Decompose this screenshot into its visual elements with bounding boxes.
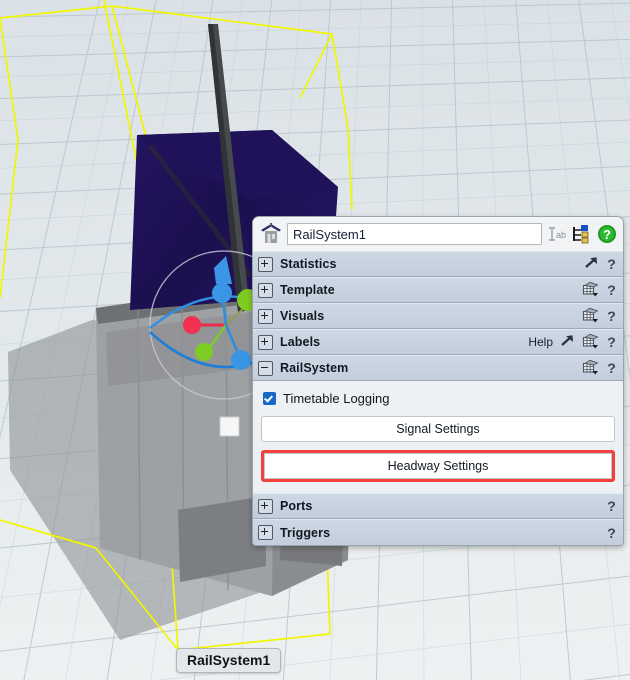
hierarchy-tree-icon[interactable]: [572, 224, 592, 244]
object-name-label: RailSystem1: [176, 648, 281, 673]
expander-triggers[interactable]: [258, 525, 273, 540]
signal-settings-button[interactable]: Signal Settings: [261, 416, 615, 442]
section-row-statistics[interactable]: Statistics ?: [253, 251, 623, 277]
properties-panel[interactable]: ab ?: [252, 216, 624, 546]
panel-header: ab ?: [253, 217, 623, 251]
section-row-visuals[interactable]: Visuals ?: [253, 303, 623, 329]
open-external-arrow-icon[interactable]: [583, 255, 600, 273]
expander-template[interactable]: [258, 283, 273, 298]
object-name-input[interactable]: [287, 223, 542, 245]
green-help-circle-icon[interactable]: ?: [597, 224, 617, 244]
gizmo-handle-z-neg: [231, 350, 251, 370]
railsystem-section-body: Timetable Logging Signal Settings Headwa…: [253, 381, 623, 493]
help-question-template[interactable]: ?: [606, 282, 617, 298]
section-label-labels: Labels: [280, 335, 528, 349]
expander-ports[interactable]: [258, 499, 273, 514]
section-label-statistics: Statistics: [280, 257, 583, 271]
help-question-triggers[interactable]: ?: [606, 525, 617, 541]
timetable-logging-checkbox[interactable]: [263, 392, 276, 405]
section-label-triggers: Triggers: [280, 526, 606, 540]
template-dropdown-icon[interactable]: [582, 281, 600, 300]
gizmo-handle-z: [212, 283, 232, 303]
section-label-ports: Ports: [280, 499, 606, 513]
headway-settings-button[interactable]: Headway Settings: [264, 453, 612, 479]
help-question-ports[interactable]: ?: [606, 498, 617, 514]
expander-railsystem[interactable]: [258, 361, 273, 376]
section-row-triggers[interactable]: Triggers ?: [253, 519, 623, 545]
section-label-template: Template: [280, 283, 582, 297]
template-dropdown-icon[interactable]: [582, 333, 600, 352]
timetable-logging-row[interactable]: Timetable Logging: [263, 391, 615, 406]
text-cursor-ab-icon[interactable]: ab: [547, 225, 567, 243]
help-question-statistics[interactable]: ?: [606, 256, 617, 272]
help-question-labels[interactable]: ?: [606, 334, 617, 350]
station-building-icon: [260, 222, 282, 246]
section-label-visuals: Visuals: [280, 309, 582, 323]
section-row-template[interactable]: Template ?: [253, 277, 623, 303]
expander-statistics[interactable]: [258, 257, 273, 272]
svg-text:?: ?: [603, 227, 611, 242]
section-label-railsystem: RailSystem: [280, 361, 582, 375]
expander-labels[interactable]: [258, 335, 273, 350]
expander-visuals[interactable]: [258, 309, 273, 324]
timetable-logging-label: Timetable Logging: [283, 391, 389, 406]
gizmo-handle-y-neg: [195, 343, 213, 361]
template-dropdown-icon[interactable]: [582, 307, 600, 326]
help-question-railsystem[interactable]: ?: [606, 360, 617, 376]
gizmo-handle-x: [183, 316, 201, 334]
help-question-visuals[interactable]: ?: [606, 308, 617, 324]
labels-help-link[interactable]: Help: [528, 335, 553, 349]
section-row-railsystem[interactable]: RailSystem ?: [253, 355, 623, 381]
section-row-ports[interactable]: Ports ?: [253, 493, 623, 519]
open-external-arrow-icon[interactable]: [559, 333, 576, 351]
section-row-labels[interactable]: Labels Help ?: [253, 329, 623, 355]
application-root: RailSystem1 ab: [0, 0, 630, 680]
headway-settings-highlight: Headway Settings: [261, 450, 615, 482]
svg-text:ab: ab: [556, 230, 566, 240]
template-dropdown-icon[interactable]: [582, 359, 600, 378]
